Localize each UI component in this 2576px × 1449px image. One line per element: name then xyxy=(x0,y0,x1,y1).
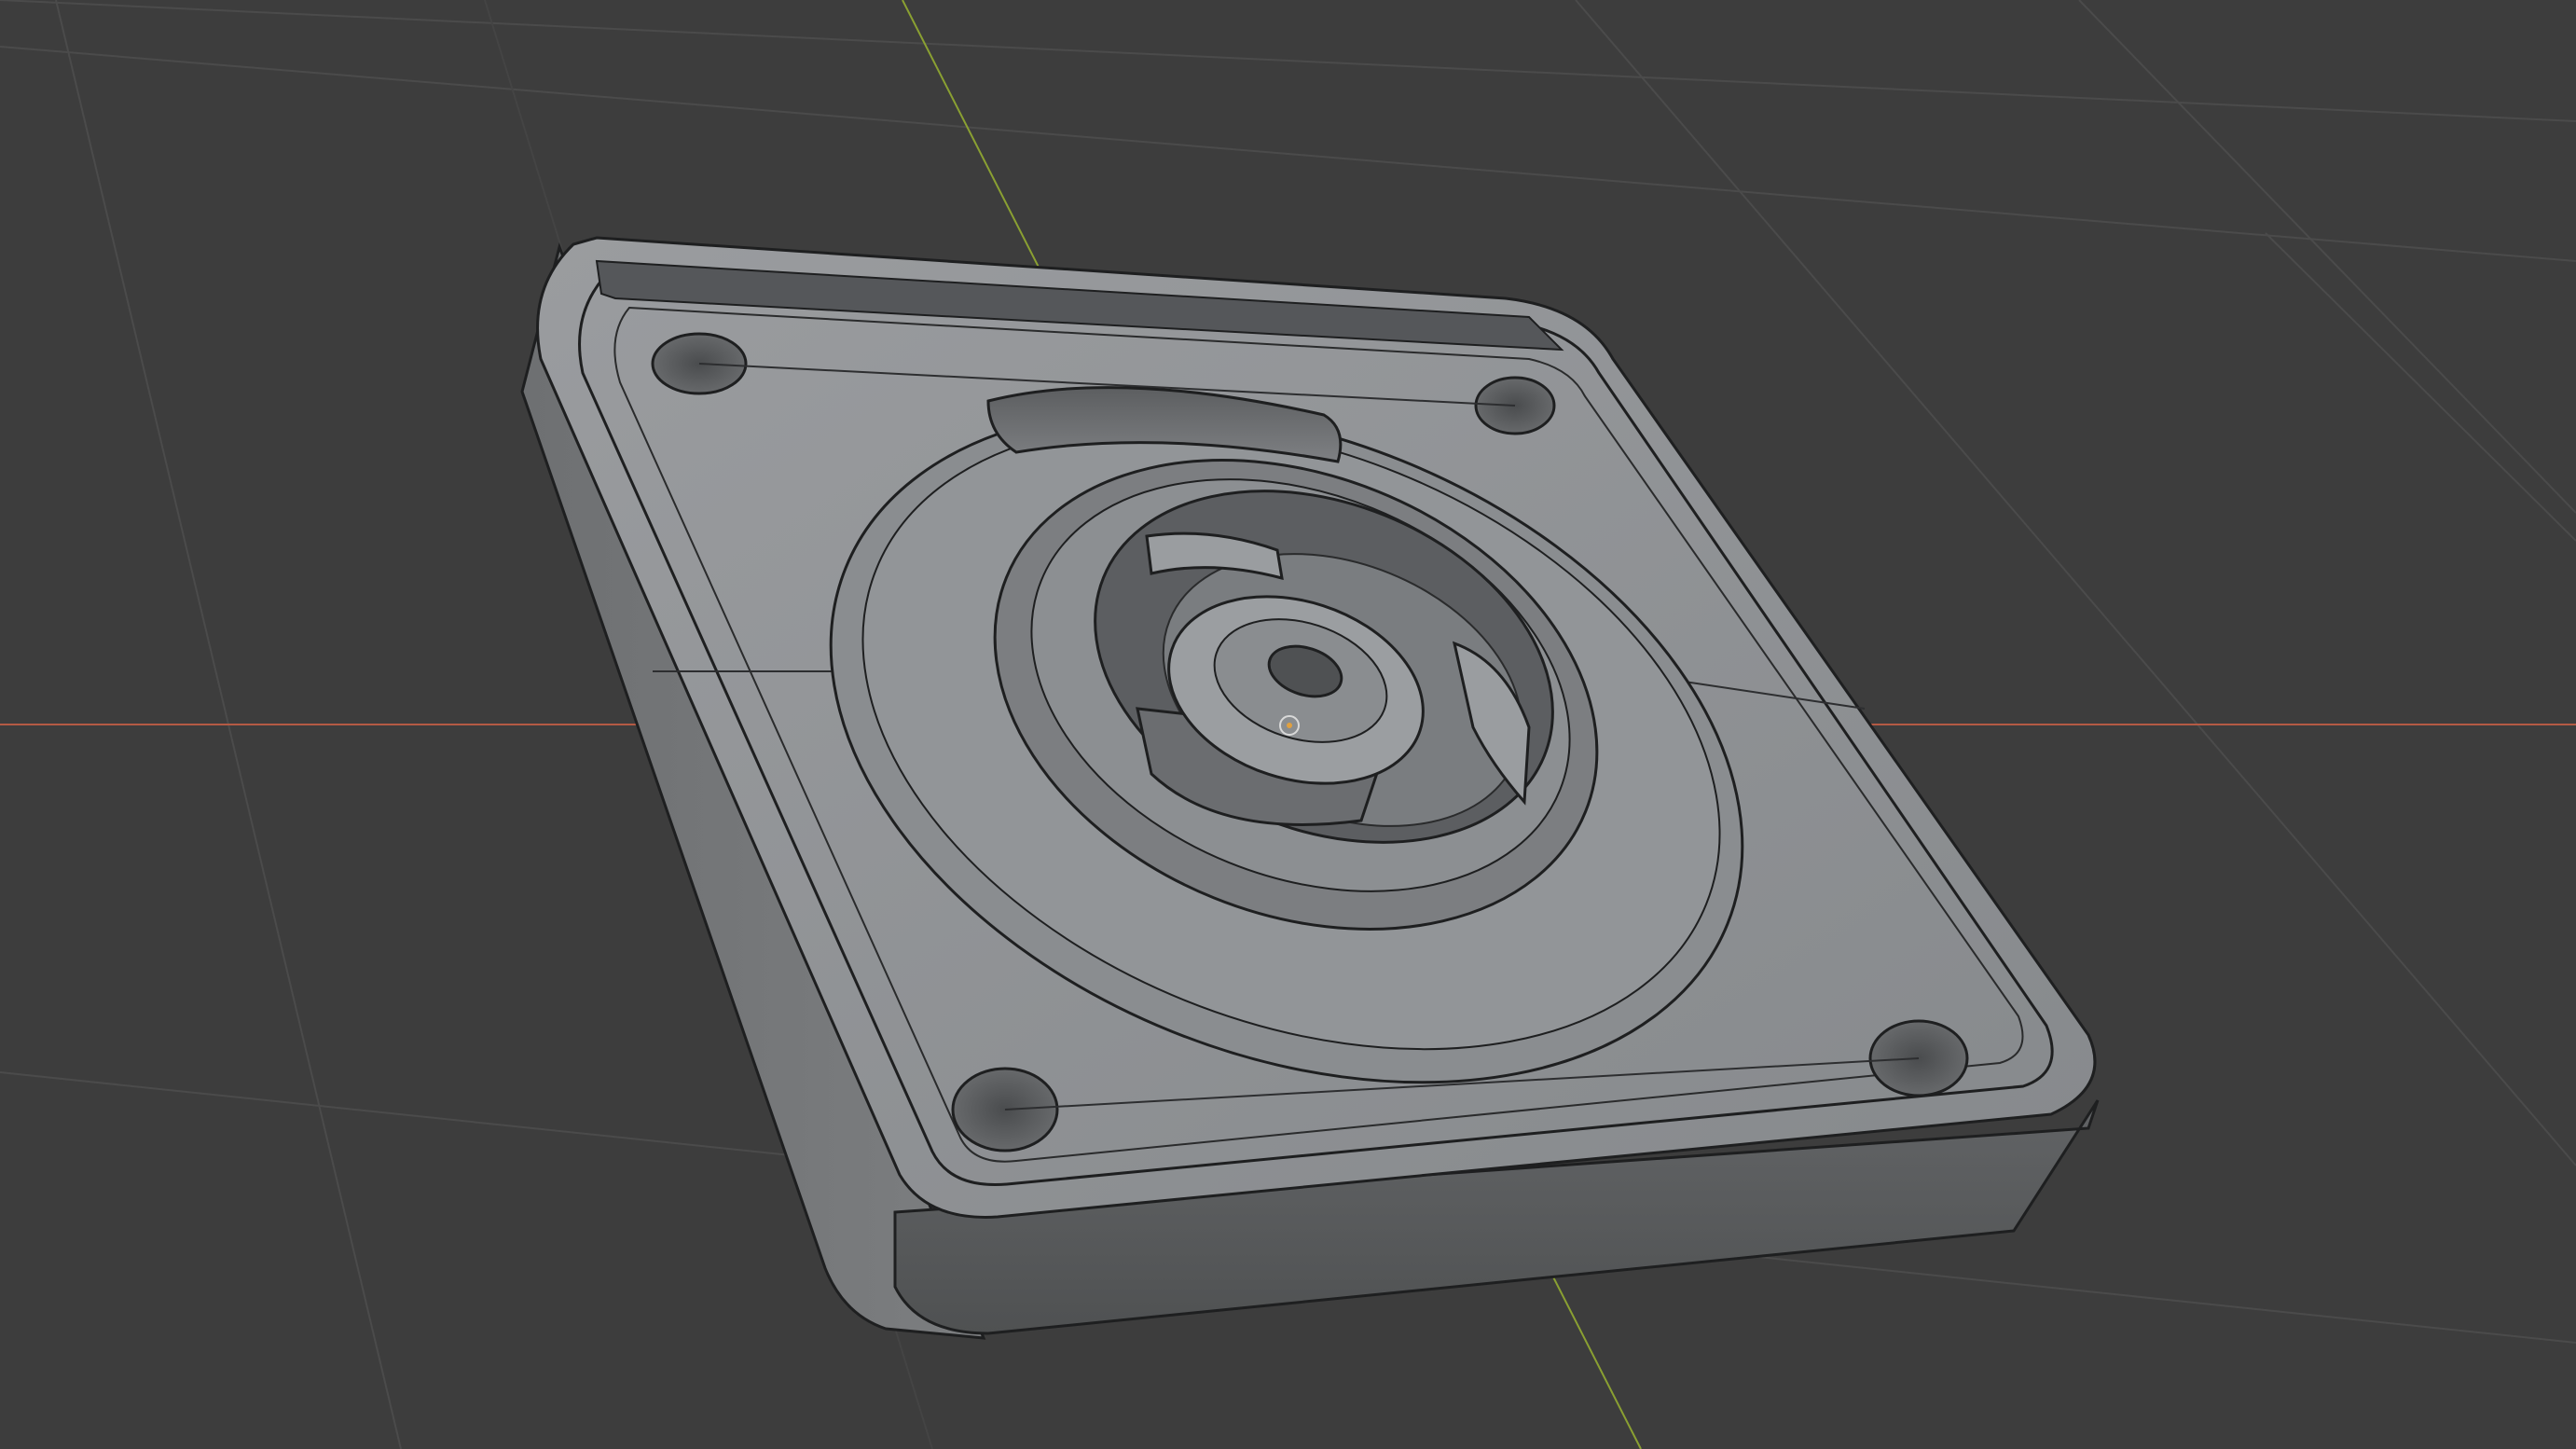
mesh-object[interactable] xyxy=(520,236,2100,1340)
3d-viewport[interactable] xyxy=(0,0,2576,1449)
viewport-canvas[interactable] xyxy=(0,0,2576,1449)
